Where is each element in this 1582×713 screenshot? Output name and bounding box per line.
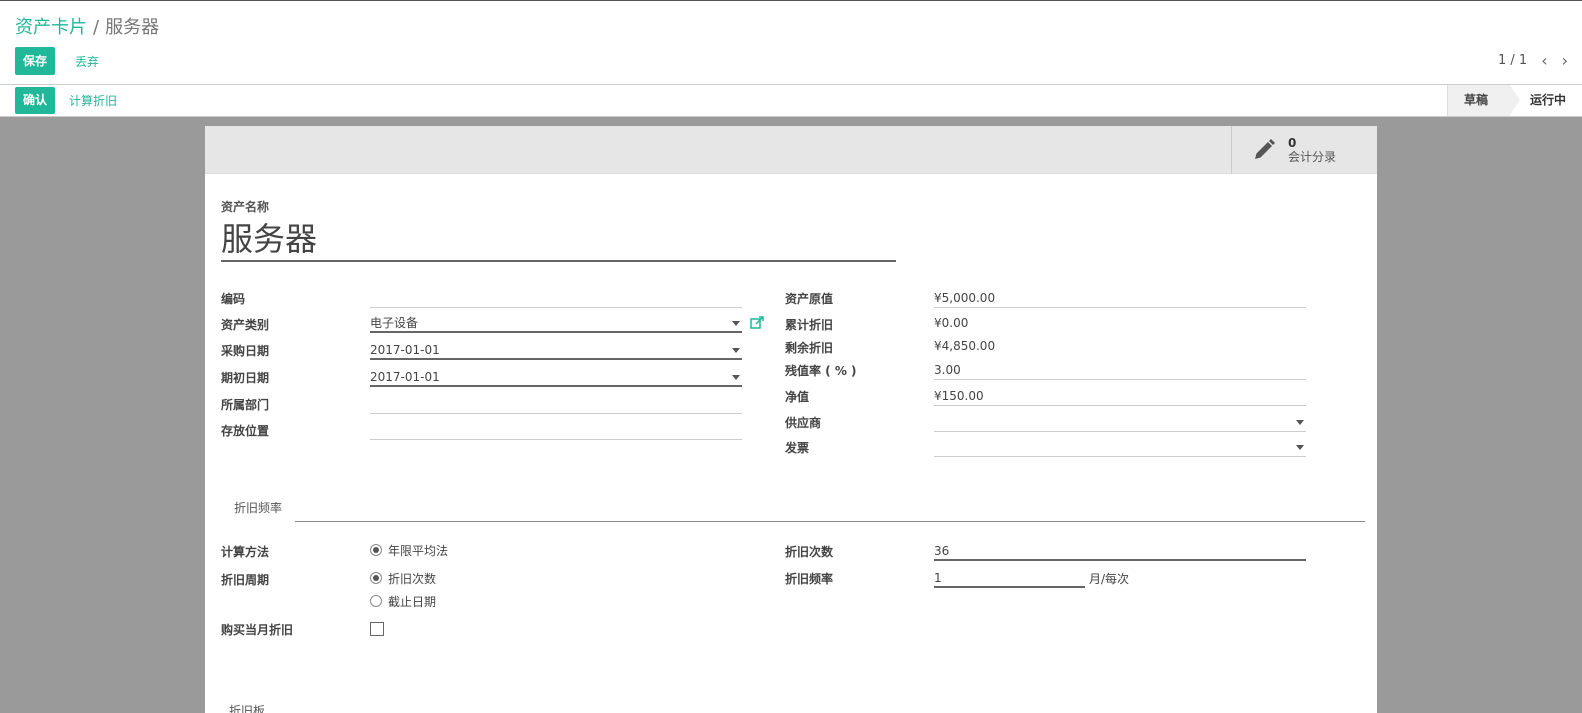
salvage-rate-label: 残值率 ( % ) (785, 364, 857, 378)
category-select[interactable]: 电子设备 (370, 313, 742, 333)
count-input[interactable]: 36 (934, 541, 1306, 561)
frequency-unit: 月/每次 (1089, 572, 1130, 586)
first-date-label: 期初日期 (221, 371, 270, 385)
category-value: 电子设备 (370, 316, 419, 330)
purchase-date-label: 采购日期 (221, 344, 270, 358)
first-month-label: 购买当月折旧 (221, 623, 294, 637)
statusbar: 确认 计算折旧 草稿 运行中 (0, 85, 1582, 117)
gross-value-input[interactable]: ¥5,000.00 (934, 288, 1306, 308)
chevron-down-icon (1296, 420, 1304, 425)
pager: 1 / 1 ‹ › (1498, 51, 1568, 70)
frequency-input[interactable]: 1 (934, 568, 1085, 588)
purchase-date-value: 2017-01-01 (370, 343, 440, 357)
residual-depreciation-value: ¥4,850.00 (934, 339, 996, 353)
tab-divider (221, 521, 1365, 522)
net-value-input[interactable]: ¥150.00 (934, 386, 1306, 406)
asset-name-input[interactable]: 服务器 (221, 216, 896, 262)
period-radio-count[interactable] (370, 572, 382, 584)
chevron-down-icon (1296, 445, 1304, 450)
period-option-date-label: 截止日期 (388, 595, 437, 609)
first-date-value: 2017-01-01 (370, 370, 440, 384)
chevron-down-icon (732, 348, 740, 353)
pager-value[interactable]: 1 / 1 (1498, 53, 1527, 68)
net-value-label: 净值 (785, 390, 810, 404)
tab-depreciation-board[interactable]: 折旧板 (229, 702, 265, 713)
journal-entries-count: 0 (1288, 136, 1297, 150)
stage-running[interactable]: 运行中 (1509, 85, 1582, 116)
chevron-right-icon[interactable]: › (1562, 51, 1568, 70)
stat-text: 0 会计分录 (1288, 136, 1336, 164)
accumulated-depreciation-label: 累计折旧 (785, 318, 834, 332)
chevron-down-icon (732, 375, 740, 380)
stage-draft[interactable]: 草稿 (1446, 85, 1521, 116)
discard-button[interactable]: 丢弃 (75, 53, 99, 70)
invoice-label: 发票 (785, 441, 810, 455)
breadcrumb: 资产卡片 / 服务器 (15, 13, 159, 39)
vendor-select[interactable] (934, 412, 1306, 432)
breadcrumb-separator: / (93, 17, 100, 38)
first-date-input[interactable]: 2017-01-01 (370, 367, 742, 387)
period-label: 折旧周期 (221, 573, 270, 587)
status-stages: 草稿 运行中 (1446, 85, 1582, 116)
department-input[interactable] (370, 394, 742, 414)
external-link-icon[interactable] (750, 316, 764, 330)
chevron-down-icon (732, 321, 740, 326)
save-button[interactable]: 保存 (15, 47, 56, 75)
form-buttons: 保存 丢弃 (15, 47, 99, 75)
department-label: 所属部门 (221, 398, 270, 412)
confirm-button[interactable]: 确认 (15, 87, 56, 114)
accumulated-depreciation-value: ¥0.00 (934, 316, 969, 330)
asset-name-label: 资产名称 (221, 200, 270, 214)
location-input[interactable] (370, 420, 742, 440)
code-input[interactable] (370, 288, 742, 308)
location-label: 存放位置 (221, 424, 270, 438)
frequency-label: 折旧频率 (785, 572, 834, 586)
period-option-count-label: 折旧次数 (388, 572, 437, 586)
category-label: 资产类别 (221, 318, 270, 332)
method-label: 计算方法 (221, 545, 270, 559)
period-radio-date[interactable] (370, 595, 382, 607)
journal-entries-label: 会计分录 (1288, 150, 1337, 164)
breadcrumb-current: 服务器 (105, 17, 160, 38)
gross-value-label: 资产原值 (785, 292, 834, 306)
count-label: 折旧次数 (785, 545, 834, 559)
pencil-icon (1255, 139, 1275, 159)
statusbar-buttons: 确认 计算折旧 (15, 87, 117, 114)
vendor-label: 供应商 (785, 416, 822, 430)
method-radio-linear[interactable] (370, 544, 382, 556)
purchase-date-input[interactable]: 2017-01-01 (370, 340, 742, 360)
residual-depreciation-label: 剩余折旧 (785, 341, 834, 355)
compute-depreciation-button[interactable]: 计算折旧 (69, 92, 117, 109)
tab-depreciation-frequency[interactable]: 折旧频率 (221, 494, 295, 522)
code-label: 编码 (221, 292, 246, 306)
control-panel: 资产卡片 / 服务器 保存 丢弃 1 / 1 ‹ › (0, 0, 1582, 85)
invoice-select[interactable] (934, 437, 1306, 457)
breadcrumb-parent-link[interactable]: 资产卡片 (15, 17, 87, 38)
method-option-label: 年限平均法 (388, 544, 449, 558)
form-sheet: 0 会计分录 资产名称 服务器 编码 资产类别 电子设备 采购日期 2017-0… (205, 126, 1377, 713)
chevron-left-icon[interactable]: ‹ (1541, 51, 1547, 70)
journal-entries-button[interactable]: 0 会计分录 (1231, 126, 1377, 174)
first-month-checkbox[interactable] (370, 622, 384, 636)
button-box: 0 会计分录 (205, 126, 1377, 174)
salvage-rate-input[interactable]: 3.00 (934, 360, 1306, 380)
